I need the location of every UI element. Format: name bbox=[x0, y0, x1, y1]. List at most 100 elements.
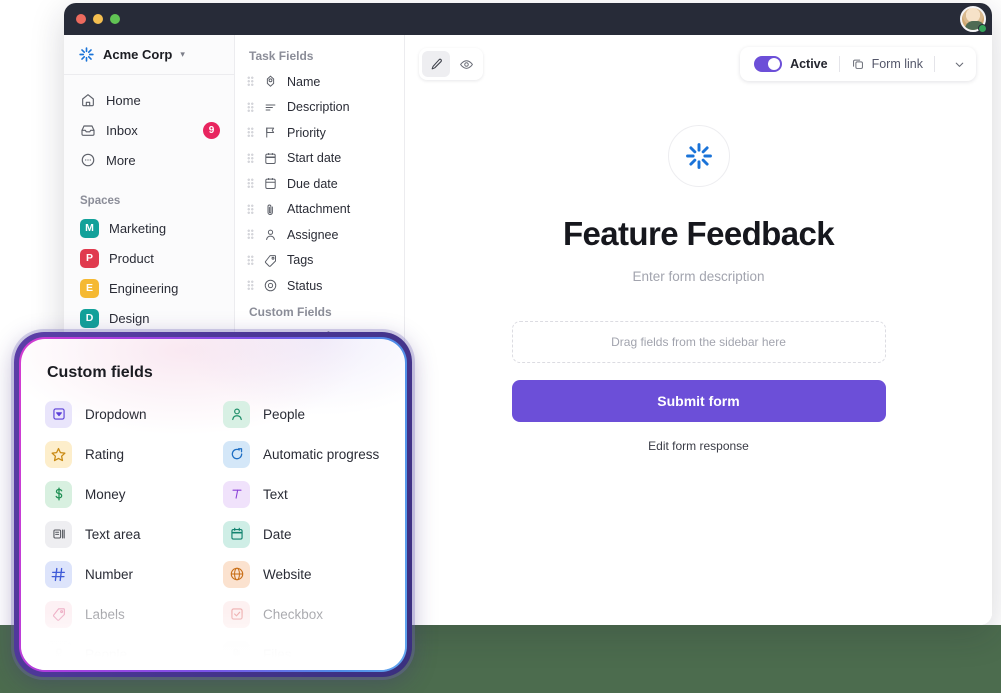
name-icon bbox=[266, 75, 275, 88]
custom-field-label: Text bbox=[263, 486, 288, 502]
custom-field-label: Website bbox=[263, 566, 312, 582]
space-chip: D bbox=[80, 308, 99, 328]
custom-field-website[interactable]: Website bbox=[213, 554, 391, 594]
custom-fields-popup: Custom fields Dropdown People Rating Aut… bbox=[21, 339, 405, 670]
field-item-status[interactable]: Status bbox=[235, 273, 404, 299]
edit-form-response-link[interactable]: Edit form response bbox=[648, 439, 749, 453]
sidebar-item-label: Home bbox=[106, 92, 141, 108]
form-status-toolbar: Active Form link bbox=[740, 47, 976, 81]
sidebar-item-home[interactable]: Home bbox=[72, 85, 226, 115]
drag-handle-icon[interactable] bbox=[247, 254, 254, 266]
custom-field-text[interactable]: Text bbox=[213, 474, 391, 514]
field-item-assignee[interactable]: Assignee bbox=[235, 222, 404, 248]
custom-field-label: Text area bbox=[85, 526, 141, 542]
custom-field-label: People bbox=[85, 646, 128, 662]
custom-field-labels[interactable]: Labels bbox=[35, 594, 213, 634]
drag-handle-icon[interactable] bbox=[247, 229, 254, 241]
space-label: Marketing bbox=[109, 220, 167, 236]
sidebar-item-design[interactable]: D Design bbox=[72, 303, 226, 333]
submit-form-button[interactable]: Submit form bbox=[511, 380, 886, 422]
custom-field-people[interactable]: People bbox=[213, 394, 391, 434]
chevron-down-icon bbox=[955, 62, 963, 67]
field-label: Start date bbox=[287, 151, 342, 166]
field-dropzone[interactable]: Drag fields from the sidebar here bbox=[511, 321, 886, 363]
drag-handle-icon[interactable] bbox=[247, 152, 254, 164]
field-label: Description bbox=[287, 100, 350, 115]
drag-handle-icon[interactable] bbox=[247, 127, 254, 139]
drag-handle-icon[interactable] bbox=[247, 101, 254, 113]
form-link-button[interactable]: Form link bbox=[851, 57, 923, 71]
textarea-icon bbox=[45, 520, 72, 548]
space-chip: P bbox=[80, 248, 99, 268]
custom-field-date[interactable]: Date bbox=[213, 514, 391, 554]
sidebar-item-marketing[interactable]: M Marketing bbox=[72, 213, 226, 243]
custom-field-rating[interactable]: Rating bbox=[35, 434, 213, 474]
field-label: Due date bbox=[287, 176, 338, 191]
form-options-button[interactable] bbox=[946, 51, 972, 77]
custom-field-text-area[interactable]: Text area bbox=[35, 514, 213, 554]
maximize-window-button[interactable] bbox=[110, 14, 120, 24]
edit-mode-button[interactable] bbox=[422, 51, 450, 77]
primary-nav: Home Inbox 9 More bbox=[64, 75, 234, 179]
field-label: Assignee bbox=[287, 227, 339, 242]
field-item-name[interactable]: Name bbox=[235, 69, 404, 95]
sidebar-item-product[interactable]: P Product bbox=[72, 243, 226, 273]
custom-field-label: Rating bbox=[85, 446, 125, 462]
field-item-start-date[interactable]: Start date bbox=[235, 146, 404, 172]
screen: Acme Corp ▾ Home Inbox 9 More Spaces M M… bbox=[0, 0, 1001, 693]
hash-icon bbox=[45, 560, 72, 588]
task-fields-heading: Task Fields bbox=[249, 49, 314, 63]
calendar-icon bbox=[223, 520, 250, 548]
preview-mode-button[interactable] bbox=[452, 51, 480, 77]
copy-icon bbox=[852, 59, 863, 69]
traffic-lights bbox=[76, 14, 120, 24]
drag-handle-icon[interactable] bbox=[247, 280, 254, 292]
form-logo[interactable] bbox=[667, 125, 730, 187]
workspace-switcher[interactable]: Acme Corp ▾ bbox=[64, 35, 234, 75]
home-icon bbox=[82, 94, 94, 107]
custom-field-label: Money bbox=[85, 486, 126, 502]
custom-field-checkbox[interactable]: Checkbox bbox=[213, 594, 391, 634]
drag-handle-icon[interactable] bbox=[247, 203, 254, 215]
dropdown-icon bbox=[45, 400, 72, 428]
field-label: Tags bbox=[287, 253, 314, 268]
field-item-priority[interactable]: Priority bbox=[235, 120, 404, 146]
custom-field-label: People bbox=[263, 406, 306, 422]
active-toggle[interactable] bbox=[754, 56, 783, 72]
sidebar-item-engineering[interactable]: E Engineering bbox=[72, 273, 226, 303]
custom-field-number[interactable]: Number bbox=[35, 554, 213, 594]
calendar-icon bbox=[265, 178, 276, 190]
inbox-badge: 9 bbox=[203, 121, 220, 139]
field-item-description[interactable]: Description bbox=[235, 95, 404, 121]
sidebar-item-inbox[interactable]: Inbox 9 bbox=[72, 115, 226, 145]
custom-field-label: Checkbox bbox=[263, 606, 324, 622]
custom-field-dropdown[interactable]: Dropdown bbox=[35, 394, 213, 434]
custom-field-label: Dropdown bbox=[85, 406, 147, 422]
sidebar-item-label: More bbox=[106, 152, 136, 168]
custom-field-people-2[interactable]: People bbox=[35, 634, 213, 670]
field-item-tags[interactable]: Tags bbox=[235, 248, 404, 274]
avatar[interactable] bbox=[960, 6, 987, 33]
drag-handle-icon[interactable] bbox=[247, 76, 254, 88]
custom-field-automatic-progress[interactable]: Automatic progress bbox=[213, 434, 391, 474]
status-badge bbox=[978, 24, 987, 33]
form-description-input[interactable]: Enter form description bbox=[632, 269, 764, 284]
space-label: Product bbox=[109, 250, 154, 266]
field-item-due-date[interactable]: Due date bbox=[235, 171, 404, 197]
field-label: Status bbox=[287, 278, 323, 293]
globe-icon bbox=[223, 560, 250, 588]
form-title[interactable]: Feature Feedback bbox=[563, 215, 835, 253]
sidebar-item-more[interactable]: More bbox=[72, 145, 226, 175]
close-window-button[interactable] bbox=[76, 14, 86, 24]
form-preview: Feature Feedback Enter form description … bbox=[405, 81, 992, 453]
mode-switcher bbox=[419, 48, 483, 80]
minimize-window-button[interactable] bbox=[93, 14, 103, 24]
person-icon bbox=[223, 400, 250, 428]
custom-field-files[interactable]: Files bbox=[213, 634, 391, 670]
field-item-attachment[interactable]: Attachment bbox=[235, 197, 404, 223]
dropzone-label: Drag fields from the sidebar here bbox=[611, 335, 786, 349]
drag-handle-icon[interactable] bbox=[247, 178, 254, 190]
eye-icon bbox=[459, 59, 473, 69]
more-icon bbox=[81, 153, 95, 167]
custom-field-money[interactable]: Money bbox=[35, 474, 213, 514]
